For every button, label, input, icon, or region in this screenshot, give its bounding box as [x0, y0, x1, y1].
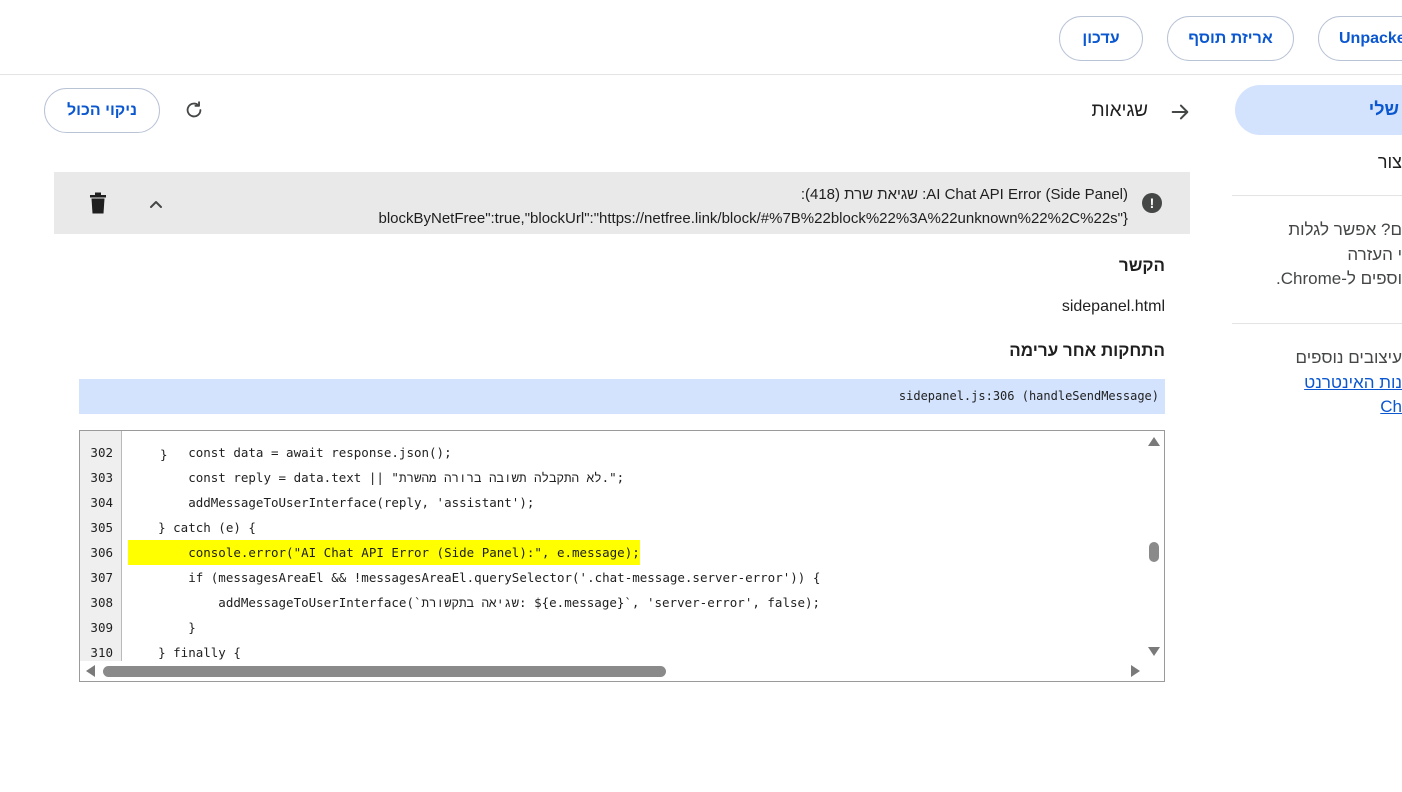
delete-icon[interactable] — [86, 190, 110, 216]
error-message-line-1: AI Chat API Error (Side Panel): שגיאת שר… — [800, 186, 1128, 203]
code-line: 305 } catch (e) { — [80, 515, 1146, 540]
vertical-scroll-thumb[interactable] — [1149, 542, 1159, 562]
code-text: } catch (e) { — [128, 520, 256, 535]
stack-trace-heading: התחקות אחר ערימה — [1009, 341, 1165, 360]
sidebar-divider-2 — [1232, 323, 1402, 324]
code-text: if (messagesAreaEl && !messagesAreaEl.qu… — [128, 570, 821, 585]
scroll-right-icon[interactable] — [1131, 665, 1140, 677]
sidebar-chrome-link[interactable]: Ch — [1380, 397, 1402, 417]
code-line: 303 const reply = data.text || "לא התקבל… — [80, 465, 1146, 490]
context-value: sidepanel.html — [1061, 298, 1165, 315]
sidebar-help-line-3: וספים ל-Chrome. — [1276, 269, 1402, 288]
line-number: 308 — [90, 595, 113, 610]
code-text: } — [128, 620, 196, 635]
chevron-up-icon[interactable] — [144, 192, 168, 216]
sidebar-item-my-extensions[interactable]: שלי — [1235, 85, 1402, 135]
sidebar-item-label: שלי — [1368, 99, 1399, 119]
horizontal-scroll-thumb[interactable] — [103, 666, 666, 677]
pack-extension-button[interactable]: אריזת תוסף — [1167, 16, 1294, 61]
code-text: const data = await response.json(); — [128, 445, 452, 460]
sidebar-divider-1 — [1232, 195, 1402, 196]
context-heading: הקשר — [1118, 256, 1165, 275]
error-message: AI Chat API Error (Side Panel): שגיאת שר… — [378, 183, 1128, 231]
line-number: 305 — [90, 520, 113, 535]
horizontal-scrollbar[interactable] — [80, 661, 1164, 681]
code-line: 307 if (messagesAreaEl && !messagesAreaE… — [80, 565, 1146, 590]
sidebar-more-themes-text: עיצובים נוספים — [1295, 348, 1402, 367]
sidebar-help-line-2: י העזרה — [1347, 245, 1402, 264]
line-number: 302 — [90, 445, 113, 460]
code-text: addMessageToUserInterface(`שגיאה בתקשורת… — [128, 595, 821, 610]
clear-all-button[interactable]: ניקוי הכול — [44, 88, 160, 133]
line-number: 307 — [90, 570, 113, 585]
line-number: 306 — [90, 545, 113, 560]
load-unpacked-button[interactable]: Unpacke — [1318, 16, 1402, 61]
scroll-down-icon[interactable] — [1148, 647, 1160, 656]
code-line: 302 const data = await response.json(); — [80, 440, 1146, 465]
stack-frame[interactable]: sidepanel.js:306 (handleSendMessage) — [79, 379, 1165, 414]
page-title: שגיאות — [1091, 100, 1148, 121]
code-line: 308 addMessageToUserInterface(`שגיאה בתק… — [80, 590, 1146, 615]
stack-frame-label: sidepanel.js:306 (handleSendMessage) — [898, 389, 1159, 403]
code-text: const reply = data.text || "לא התקבלה תש… — [128, 470, 625, 485]
code-line: 306 console.error("AI Chat API Error (Si… — [80, 540, 1146, 565]
code-line: 309 } — [80, 615, 1146, 640]
sidebar-webstore-link[interactable]: נות האינטרנט — [1304, 373, 1402, 393]
code-line: 304 addMessageToUserInterface(reply, 'as… — [80, 490, 1146, 515]
line-number: 303 — [90, 470, 113, 485]
back-arrow-icon[interactable] — [1166, 98, 1194, 126]
highlighted-code: console.error("AI Chat API Error (Side P… — [128, 540, 640, 565]
line-number: 304 — [90, 495, 113, 510]
toolbar-divider — [0, 74, 1402, 75]
code-text: addMessageToUserInterface(reply, 'assist… — [128, 495, 535, 510]
reload-icon[interactable] — [180, 96, 208, 124]
error-message-line-2: blockByNetFree":true,"blockUrl":"https:/… — [378, 210, 1128, 227]
update-button[interactable]: עדכון — [1059, 16, 1143, 61]
scroll-left-icon[interactable] — [86, 665, 95, 677]
error-entry[interactable]: AI Chat API Error (Side Panel): שגיאת שר… — [54, 172, 1190, 234]
sidebar-item-keyboard[interactable]: צור — [1378, 152, 1402, 173]
code-viewer[interactable]: } 302 const data = await response.json()… — [79, 430, 1165, 682]
line-number: 309 — [90, 620, 113, 635]
error-icon: ! — [1142, 193, 1162, 213]
vertical-scrollbar[interactable] — [1144, 431, 1164, 661]
scroll-up-icon[interactable] — [1148, 437, 1160, 446]
sidebar-help-line-1: ם? אפשר לגלות — [1288, 220, 1402, 239]
